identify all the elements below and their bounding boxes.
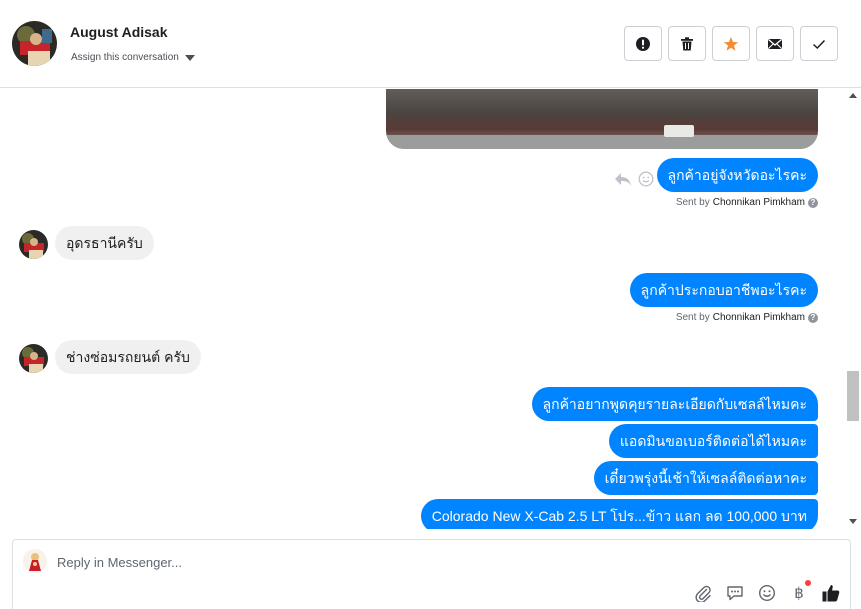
- notification-dot: [805, 580, 811, 586]
- reply-input[interactable]: [57, 552, 657, 572]
- sent-by-prefix: Sent by: [675, 197, 710, 208]
- message-bubble-outgoing[interactable]: ลูกค้าประกอบอาชีพอะไรคะ: [629, 273, 818, 307]
- message-bubble-outgoing[interactable]: เดี๋ยวพรุ่งนี้เช้าให้เซลล์ติดต่อหาคะ: [593, 461, 818, 495]
- emoji-reaction-icon[interactable]: [638, 171, 654, 187]
- agent-name: Chonnikan Pimkham: [712, 312, 805, 323]
- scroll-up-arrow-icon[interactable]: [849, 93, 857, 98]
- photo-plate: [664, 125, 694, 137]
- sent-by-prefix: Sent by: [675, 312, 710, 323]
- mark-spam-icon: [636, 36, 650, 51]
- emoji-icon: [758, 584, 776, 602]
- message-tools: [614, 171, 654, 187]
- help-icon[interactable]: ?: [808, 312, 818, 323]
- reply-arrow-icon[interactable]: [614, 171, 632, 187]
- messenger-conversation: August Adisak Assign this conversation ล…: [0, 0, 861, 609]
- message-bubble-incoming[interactable]: ช่างซ่อมรถยนต์ ครับ: [55, 340, 201, 374]
- thread-scrollbar[interactable]: [845, 89, 861, 529]
- payment-button[interactable]: ฿: [789, 580, 811, 603]
- scroll-down-arrow-icon[interactable]: [849, 519, 857, 524]
- star-button[interactable]: [712, 26, 750, 61]
- composer-tools: ฿: [693, 580, 841, 603]
- contact-avatar-small: [19, 344, 48, 373]
- attachment-photo[interactable]: [386, 89, 818, 149]
- trash-icon: [681, 36, 693, 50]
- mark-unread-button[interactable]: [756, 26, 794, 61]
- message-bubble-outgoing[interactable]: ลูกค้าอยู่จังหวัดอะไรคะ: [656, 158, 818, 192]
- assign-label: Assign this conversation: [71, 52, 179, 63]
- chat-bubble-icon: [727, 586, 743, 601]
- sent-by-line: Sent by Chonnikan Pimkham ?: [676, 312, 818, 323]
- mark-spam-button[interactable]: [624, 26, 662, 61]
- assign-conversation-dropdown[interactable]: Assign this conversation: [71, 52, 195, 63]
- mark-done-button[interactable]: [800, 26, 838, 61]
- message-thread[interactable]: ลูกค้าอยู่จังหวัดอะไรคะ Sent by Chonnika…: [0, 89, 845, 529]
- star-icon: [723, 36, 739, 51]
- help-icon[interactable]: ?: [808, 197, 818, 208]
- agent-name: Chonnikan Pimkham: [712, 197, 805, 208]
- conversation-header: August Adisak Assign this conversation: [0, 0, 861, 88]
- page-avatar: [23, 549, 47, 573]
- message-bubble-outgoing[interactable]: Colorado New X-Cab 2.5 LT โปร...ข้าว แลก…: [420, 499, 818, 529]
- emoji-button[interactable]: [757, 583, 777, 603]
- contact-name[interactable]: August Adisak: [70, 24, 168, 40]
- baht-icon: ฿: [794, 585, 804, 602]
- envelope-icon: [768, 38, 782, 49]
- message-bubble-outgoing[interactable]: แอดมินขอเบอร์ติดต่อได้ไหมคะ: [608, 424, 818, 458]
- caret-down-icon: [184, 54, 195, 61]
- paperclip-icon: [695, 585, 711, 602]
- sent-by-line: Sent by Chonnikan Pimkham ?: [676, 197, 818, 208]
- checkmark-icon: [812, 39, 826, 49]
- scrollbar-thumb[interactable]: [847, 371, 859, 421]
- message-bubble-incoming[interactable]: อุดรธานีครับ: [55, 226, 154, 260]
- photo-floor: [386, 135, 818, 149]
- reply-composer: ฿: [12, 539, 851, 609]
- message-bubble-outgoing[interactable]: ลูกค้าอยากพูดคุยรายละเอียดกับเซลล์ไหมคะ: [531, 387, 818, 421]
- thumbs-up-icon: [822, 585, 840, 602]
- delete-button[interactable]: [668, 26, 706, 61]
- attach-button[interactable]: [693, 583, 713, 603]
- like-button[interactable]: [821, 583, 841, 603]
- contact-avatar[interactable]: [12, 21, 57, 66]
- saved-replies-button[interactable]: [725, 583, 745, 603]
- conversation-actions: [624, 26, 838, 61]
- contact-avatar-small: [19, 230, 48, 259]
